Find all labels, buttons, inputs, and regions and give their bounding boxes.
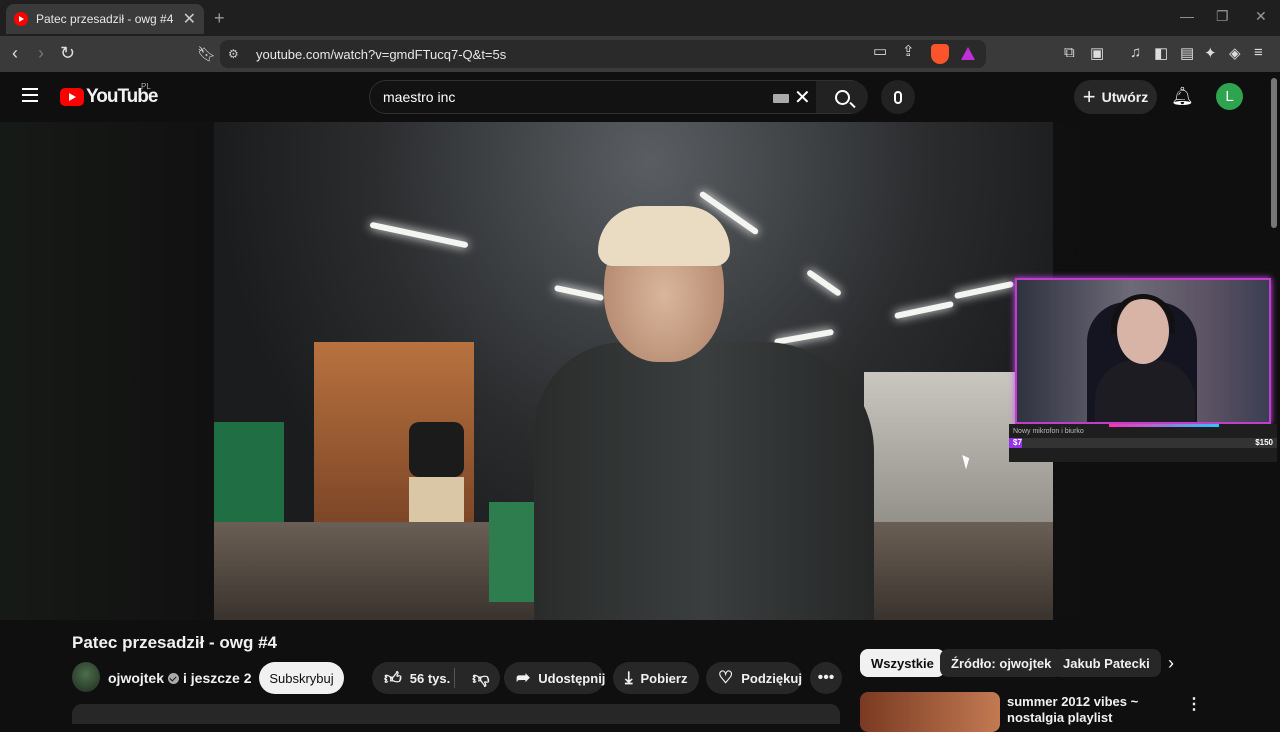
address-bar[interactable]: ⚙︎ youtube.com/watch?v=gmdFTucq7-Q&t=5s bbox=[220, 40, 986, 68]
jacket bbox=[534, 342, 874, 620]
streamer-body bbox=[1095, 360, 1195, 422]
download-label: Pobierz bbox=[640, 670, 688, 686]
reload-icon[interactable]: ↻ bbox=[60, 43, 75, 64]
channel-name-row[interactable]: ojwojtek i jeszcze 2 bbox=[108, 670, 252, 686]
thanks-label: Podziękuj bbox=[741, 670, 802, 686]
main-person bbox=[534, 206, 874, 620]
bookmark-icon[interactable]: 🔖︎ bbox=[197, 45, 216, 63]
cast-icon[interactable]: ▭ bbox=[873, 42, 887, 60]
verified-icon bbox=[168, 672, 180, 684]
menu-icon[interactable]: ≡ bbox=[1254, 44, 1263, 61]
plus-icon: + bbox=[1082, 84, 1096, 109]
microphone-icon bbox=[894, 90, 902, 104]
download-icon: ⤓ bbox=[625, 668, 633, 687]
music-icon[interactable]: ♫ bbox=[1130, 44, 1141, 61]
create-button[interactable]: + Utwórz bbox=[1074, 80, 1157, 114]
goal-label: Nowy mikrofon i biurko bbox=[1013, 428, 1084, 435]
share-arrow-icon: ➦ bbox=[516, 668, 531, 687]
like-separator bbox=[454, 668, 455, 688]
chip-jakub-patecki[interactable]: Jakub Patecki bbox=[1052, 649, 1161, 677]
headphones-icon bbox=[1111, 294, 1175, 334]
forward-icon[interactable]: › bbox=[38, 43, 44, 64]
close-tab-icon[interactable]: ✕ bbox=[183, 9, 196, 29]
share-label: Udostępnij bbox=[538, 670, 606, 686]
brave-shields-icon[interactable] bbox=[931, 44, 949, 64]
ceiling-light bbox=[954, 280, 1014, 300]
thanks-heart-icon: ♡ bbox=[718, 668, 734, 687]
tab-title: Patec przesadził - owg #4 - YouT bbox=[36, 12, 176, 26]
share-icon[interactable]: ⇪ bbox=[902, 42, 915, 60]
search-input[interactable] bbox=[383, 89, 753, 105]
site-settings-icon[interactable]: ⚙︎ bbox=[228, 47, 244, 61]
recommendation-thumbnail[interactable] bbox=[860, 692, 1000, 732]
country-code: PL bbox=[141, 82, 151, 91]
search-box: ✕ bbox=[369, 80, 868, 114]
download-button[interactable]: ⤓ Pobierz bbox=[613, 662, 699, 694]
leo-ai-icon[interactable]: ✦ bbox=[1204, 44, 1217, 62]
url-text: youtube.com/watch?v=gmdFTucq7-Q&t=5s bbox=[256, 46, 507, 62]
browser-toolbar: ‹ › ↻ 🔖︎ ⚙︎ youtube.com/watch?v=gmdFTucq… bbox=[0, 36, 1280, 72]
webcam-feed bbox=[1015, 278, 1271, 424]
goal-accent-line bbox=[1109, 424, 1219, 427]
keyboard-icon[interactable] bbox=[773, 94, 789, 103]
browser-tab-bar: Patec przesadził - owg #4 - YouT ✕ + — ❐… bbox=[0, 0, 1280, 36]
maximize-icon[interactable]: ❐ bbox=[1216, 8, 1229, 25]
like-count[interactable]: 56 tys. bbox=[410, 671, 450, 686]
brave-rewards-icon[interactable] bbox=[961, 47, 975, 60]
account-avatar[interactable]: L bbox=[1216, 83, 1243, 110]
goal-target: $150 bbox=[1255, 438, 1273, 447]
channel-name[interactable]: ojwojtek bbox=[108, 670, 164, 686]
chip-source[interactable]: Źródło: ojwojtek bbox=[940, 649, 1063, 677]
description-box[interactable] bbox=[72, 704, 840, 724]
chip-all[interactable]: Wszystkie bbox=[860, 649, 945, 677]
video-title: Patec przesadził - owg #4 bbox=[72, 633, 278, 652]
reader-icon[interactable]: ▣ bbox=[1090, 44, 1104, 62]
guide-menu-icon[interactable] bbox=[22, 88, 38, 106]
recommendation-menu-icon[interactable]: ⋮ bbox=[1186, 694, 1202, 714]
background-person bbox=[409, 422, 464, 572]
share-button[interactable]: ➦ Udostępnij bbox=[504, 662, 606, 694]
new-tab-button[interactable]: + bbox=[214, 8, 225, 29]
minimize-icon[interactable]: — bbox=[1180, 8, 1194, 24]
voice-search-button[interactable] bbox=[881, 80, 915, 114]
youtube-play-icon bbox=[60, 88, 84, 106]
create-label: Utwórz bbox=[1101, 89, 1149, 105]
vpn-icon[interactable]: ◈ bbox=[1229, 44, 1241, 62]
thanks-button[interactable]: ♡ Podziękuj bbox=[706, 662, 802, 694]
channel-extra[interactable]: i jeszcze 2 bbox=[183, 670, 252, 686]
close-window-icon[interactable]: ✕ bbox=[1255, 8, 1267, 25]
back-icon[interactable]: ‹ bbox=[12, 43, 18, 64]
scrollbar-thumb[interactable] bbox=[1271, 78, 1277, 228]
youtube-header: YouTube PL ✕ + Utwórz 🔔︎ L bbox=[0, 72, 1280, 122]
sidebar-icon[interactable]: ◧ bbox=[1154, 44, 1168, 62]
youtube-favicon-icon bbox=[14, 12, 28, 26]
youtube-logo[interactable]: YouTube PL bbox=[60, 82, 158, 108]
subscribe-button[interactable]: Subskrybuj bbox=[259, 662, 344, 694]
like-dislike-group: 👍︎ 56 tys. 👎︎ bbox=[372, 662, 500, 694]
stream-overlay: Nowy mikrofon i biurko $7 $150 bbox=[1009, 276, 1277, 462]
ceiling-light bbox=[894, 300, 954, 320]
notifications-bell-icon[interactable]: 🔔︎ bbox=[1171, 86, 1194, 107]
browser-tab[interactable]: Patec przesadził - owg #4 - YouT ✕ bbox=[6, 4, 204, 34]
goal-current: $7 bbox=[1013, 438, 1022, 447]
more-actions-icon[interactable]: ••• bbox=[810, 662, 842, 694]
video-frame[interactable] bbox=[214, 122, 1053, 620]
recommendation-title[interactable]: summer 2012 vibes ~ nostalgia playlist bbox=[1007, 694, 1177, 726]
search-icon bbox=[834, 89, 850, 105]
ceiling-light bbox=[369, 221, 469, 249]
clear-search-icon[interactable]: ✕ bbox=[794, 85, 811, 110]
channel-avatar[interactable] bbox=[72, 662, 100, 692]
wallet-icon[interactable]: ▤ bbox=[1180, 44, 1194, 62]
search-button[interactable] bbox=[816, 81, 868, 113]
dislike-icon[interactable]: 👎︎ bbox=[472, 668, 489, 689]
like-icon[interactable]: 👍︎ bbox=[384, 668, 402, 689]
chips-next-icon[interactable]: › bbox=[1168, 653, 1174, 674]
donation-goal: Nowy mikrofon i biurko $7 $150 bbox=[1009, 424, 1277, 462]
extensions-icon[interactable]: ⧉ bbox=[1064, 44, 1075, 61]
goal-progress-track bbox=[1009, 438, 1277, 448]
hair bbox=[598, 206, 730, 266]
